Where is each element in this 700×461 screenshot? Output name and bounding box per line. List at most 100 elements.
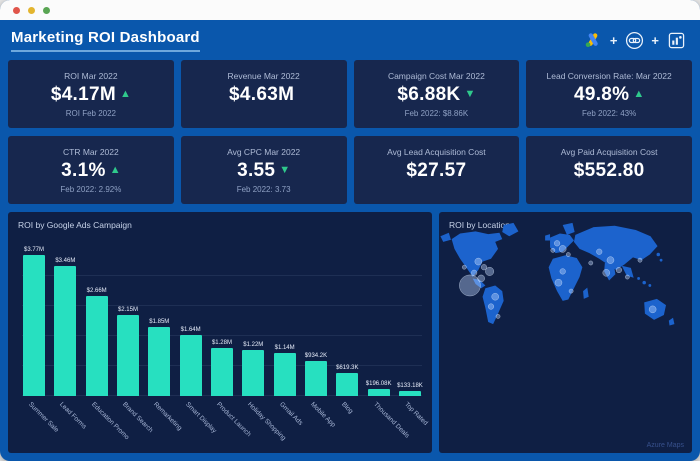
bar-value-label: $133.18K [397,383,423,389]
bar-column[interactable]: $196.08K [367,246,391,396]
bar-value-label: $2.15M [118,307,138,313]
location-roi-bubble[interactable] [559,245,566,252]
bar[interactable] [368,389,390,396]
x-axis-label: Lead Forms [58,401,87,430]
bar[interactable] [180,335,202,396]
location-roi-bubble[interactable] [603,269,610,276]
page-title: Marketing ROI Dashboard [11,29,200,52]
bar-value-label: $934.2K [305,353,327,359]
trend-down-icon: ▼ [464,89,475,100]
kpi-title: Avg CPC Mar 2022 [227,147,300,157]
maximize-window-button[interactable] [43,7,50,14]
trend-down-icon: ▼ [279,165,290,176]
bar-column[interactable]: $1.28M [210,246,234,396]
kpi-title: Revenue Mar 2022 [227,71,299,81]
kpi-compare: ROI Feb 2022 [66,109,116,118]
kpi-value: $552.80 [574,160,645,182]
kpi-card-avg-paid-acquisition-cost[interactable]: Avg Paid Acquisition Cost $552.80 [526,136,692,204]
location-roi-bubble[interactable] [554,240,560,246]
bar-column[interactable]: $1.14M [273,246,297,396]
kpi-title: Lead Conversion Rate: Mar 2022 [547,71,672,81]
bar-column[interactable]: $619.3K [335,246,359,396]
location-roi-bubble[interactable] [478,275,485,282]
kpi-compare: Feb 2022: 43% [582,109,636,118]
bar[interactable] [336,373,358,396]
map-attribution: Azure Maps [647,442,684,449]
location-roi-bubble[interactable] [555,279,562,286]
minimize-window-button[interactable] [28,7,35,14]
bar-column[interactable]: $2.15M [116,246,140,396]
x-axis-label: Top Rated [403,401,429,427]
location-roi-bubble[interactable] [638,258,642,262]
x-axis-label: Mobile App [309,401,337,429]
bar[interactable] [148,327,170,396]
kpi-card-roi[interactable]: ROI Mar 2022 $4.17M▲ ROI Feb 2022 [8,60,174,128]
bar[interactable] [86,296,108,396]
bar[interactable] [23,255,45,396]
kpi-card-lead-conversion[interactable]: Lead Conversion Rate: Mar 2022 49.8% ▲ Fe… [526,60,692,128]
kpi-card-avg-lead-acquisition-cost[interactable]: Avg Lead Acquisition Cost $27.57 [354,136,520,204]
google-ads-icon[interactable] [583,30,603,50]
kpi-card-campaign-cost[interactable]: Campaign Cost Mar 2022 $6.88K▼ Feb 2022:… [354,60,520,128]
analytics-app-icon[interactable] [666,30,686,50]
location-roi-bubble[interactable] [589,261,593,265]
bar-column[interactable]: $934.2K [304,246,328,396]
bar[interactable] [242,350,264,396]
kpi-row-1: ROI Mar 2022 $4.17M▲ ROI Feb 2022 Revenu… [0,60,700,128]
bar-column[interactable]: $2.66M [85,246,109,396]
bar-chart-plot-area: $3.77M $3.46M $2.66M $2.15M $1.85M $1.64M $1.2… [22,246,422,396]
bar[interactable] [274,353,296,396]
location-roi-bubble[interactable] [462,265,466,269]
bar-column[interactable]: $1.22M [241,246,265,396]
location-roi-bubble[interactable] [492,293,499,300]
location-roi-bubble[interactable] [649,306,656,313]
location-roi-bubble[interactable] [596,249,602,255]
location-roi-bubble[interactable] [566,252,570,256]
bar-value-label: $3.46M [55,258,75,264]
location-roi-bubble[interactable] [569,289,573,293]
chart-title: ROI by Google Ads Campaign [8,212,432,230]
bar-column[interactable]: $1.85M [147,246,171,396]
bar-column[interactable]: $3.77M [22,246,46,396]
location-roi-bubble[interactable] [459,275,480,296]
kpi-title: Campaign Cost Mar 2022 [388,71,485,81]
kpi-value: 3.1% [61,160,106,182]
kpi-card-revenue[interactable]: Revenue Mar 2022 $4.63M [181,60,347,128]
location-roi-bubble[interactable] [607,257,614,264]
browser-titlebar [0,0,700,20]
close-window-button[interactable] [13,7,20,14]
world-map[interactable] [439,218,692,345]
location-roi-bubble[interactable] [560,269,566,275]
location-roi-bubble[interactable] [496,314,500,318]
location-roi-bubble[interactable] [485,267,493,275]
kpi-value: 49.8% [574,84,629,106]
bar-column[interactable]: $133.18K [398,246,422,396]
x-axis-label: Blog [340,401,354,415]
bar-column[interactable]: $3.46M [53,246,77,396]
trend-up-icon: ▲ [633,89,644,100]
location-roi-bubble[interactable] [551,248,555,252]
bar[interactable] [399,391,421,396]
link-connector-icon[interactable] [624,30,644,50]
dashboard-window: Marketing ROI Dashboard + + [0,0,700,461]
location-roi-bubble[interactable] [471,270,477,276]
location-roi-bubble[interactable] [475,258,482,265]
dashboard-header: Marketing ROI Dashboard + + [0,20,700,60]
location-roi-bubble[interactable] [625,275,629,279]
bar-column[interactable]: $1.64M [179,246,203,396]
bar[interactable] [211,348,233,396]
kpi-value: $4.17M [51,84,116,106]
bar[interactable] [54,266,76,396]
roi-by-location-map[interactable]: ROI by Location [439,212,692,453]
roi-by-campaign-chart[interactable]: ROI by Google Ads Campaign $3.77M$3.46M$… [8,212,432,453]
kpi-card-avg-cpc[interactable]: Avg CPC Mar 2022 3.55▼ Feb 2022: 3.73 [181,136,347,204]
kpi-card-ctr[interactable]: CTR Mar 2022 3.1%▲ Feb 2022: 2.92% [8,136,174,204]
x-axis-label: Gmail Ads [278,401,304,427]
bar[interactable] [117,315,139,396]
location-roi-bubble[interactable] [616,267,622,273]
kpi-title: ROI Mar 2022 [64,71,117,81]
location-roi-bubble[interactable] [488,304,494,310]
kpi-compare: Feb 2022: 3.73 [237,185,291,194]
bar[interactable] [305,361,327,396]
bar-value-label: $1.22M [243,342,263,348]
